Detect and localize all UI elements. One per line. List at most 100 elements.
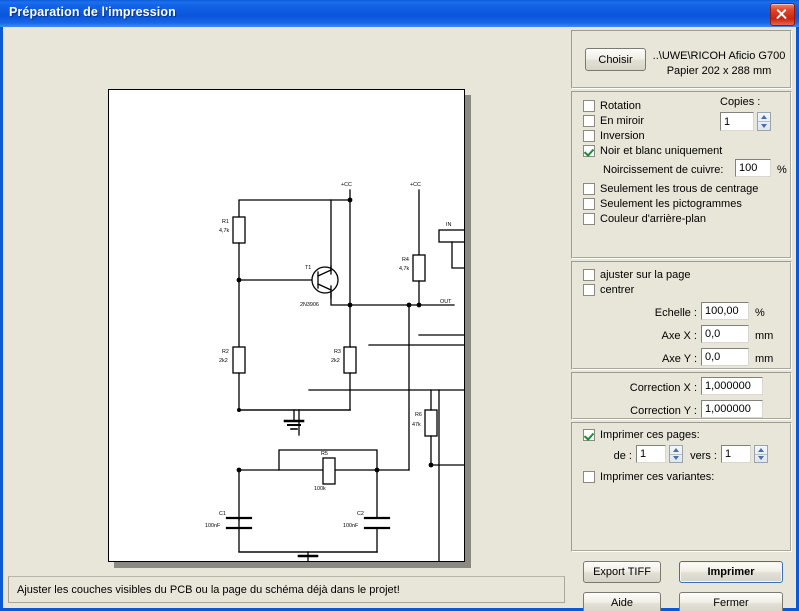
axe-x-input[interactable]: 0,0	[701, 325, 749, 343]
only-center-holes-checkbox-box[interactable]	[583, 183, 595, 195]
copper-blackening-input[interactable]: 100	[735, 159, 771, 177]
checkbox-center[interactable]: centrer	[583, 284, 634, 296]
print-button[interactable]: Imprimer	[679, 561, 783, 583]
page-to-spinner-up[interactable]	[755, 446, 767, 455]
center-checkbox-box[interactable]	[583, 284, 595, 296]
rotation-checkbox-box[interactable]	[583, 100, 595, 112]
checkbox-fit-page[interactable]: ajuster sur la page	[583, 269, 691, 281]
rotation-label: Rotation	[600, 100, 641, 112]
label-r6-value: 47k	[412, 422, 421, 428]
label-r1: R1	[222, 219, 229, 225]
page-from-input[interactable]: 1	[636, 445, 666, 463]
echelle-unit: %	[755, 307, 765, 319]
label-c2-value: 100nF	[343, 523, 359, 529]
correction-group: Correction X : 1,000000 Correction Y : 1…	[571, 372, 792, 420]
echelle-label: Echelle :	[654, 307, 697, 319]
close-button[interactable]: Fermer	[679, 592, 783, 611]
label-vcc2: +CC	[410, 182, 421, 188]
print-preview-pane[interactable]: +CC +CC R1 4,7k R2 2k2 R3 2k2 R4 4,7k R5…	[8, 30, 565, 573]
print-pages-label: Imprimer ces pages:	[600, 429, 700, 441]
page-to-input[interactable]: 1	[721, 445, 751, 463]
print-variants-label: Imprimer ces variantes:	[600, 471, 715, 483]
copies-input[interactable]: 1	[720, 112, 754, 131]
fit-page-checkbox-box[interactable]	[583, 269, 595, 281]
preview-page: +CC +CC R1 4,7k R2 2k2 R3 2k2 R4 4,7k R5…	[108, 89, 465, 562]
inversion-label: Inversion	[600, 130, 645, 142]
label-c1-value: 100nF	[205, 523, 221, 529]
label-r1-value: 4,7k	[219, 228, 229, 234]
checkbox-mirror[interactable]: En miroir	[583, 115, 644, 127]
status-text: Ajuster les couches visibles du PCB ou l…	[17, 583, 400, 596]
background-color-checkbox-box[interactable]	[583, 213, 595, 225]
scale-group: ajuster sur la page centrer Echelle : 10…	[571, 261, 792, 370]
copper-blackening-label: Noircissement de cuivre:	[603, 164, 724, 176]
page-to-label: vers :	[690, 450, 717, 462]
status-bar: Ajuster les couches visibles du PCB ou l…	[8, 576, 565, 603]
mirror-checkbox-box[interactable]	[583, 115, 595, 127]
client-area: +CC +CC R1 4,7k R2 2k2 R3 2k2 R4 4,7k R5…	[3, 27, 796, 611]
help-button[interactable]: Aide	[583, 592, 661, 611]
label-t1-type: 2N3906	[300, 302, 319, 308]
label-r3-value: 2k2	[331, 358, 340, 364]
label-r5-value: 100k	[314, 486, 326, 492]
title-bar: Préparation de l'impression	[0, 0, 799, 28]
bw-only-checkbox-box[interactable]	[583, 145, 595, 157]
print-variants-checkbox-box[interactable]	[583, 471, 595, 483]
label-r3: R3	[334, 349, 341, 355]
choose-printer-button[interactable]: Choisir	[585, 48, 646, 71]
label-r4-value: 4,7k	[399, 266, 409, 272]
correction-y-input[interactable]: 1,000000	[701, 400, 763, 418]
axe-y-label: Axe Y :	[661, 353, 697, 365]
axe-y-input[interactable]: 0,0	[701, 348, 749, 366]
checkbox-only-center-holes[interactable]: Seulement les trous de centrage	[583, 183, 758, 195]
label-t1: T1	[305, 265, 311, 271]
label-c2: C2	[357, 511, 364, 517]
copies-spinner-down[interactable]	[758, 122, 770, 130]
print-preparation-window: Préparation de l'impression +CC +CC R1 4…	[0, 0, 799, 611]
bw-only-label: Noir et blanc uniquement	[600, 145, 723, 157]
copies-spinner[interactable]	[757, 112, 771, 131]
checkbox-bw-only[interactable]: Noir et blanc uniquement	[583, 145, 722, 157]
print-options-group: Rotation En miroir Inversion Noir et bla…	[571, 91, 792, 259]
copies-label: Copies :	[720, 96, 761, 108]
checkbox-rotation[interactable]: Rotation	[583, 100, 641, 112]
printer-group: Choisir ..\UWE\RICOH Aficio G700 Papier …	[571, 30, 792, 89]
axe-x-unit: mm	[755, 330, 774, 342]
checkbox-print-pages[interactable]: Imprimer ces pages:	[583, 429, 700, 441]
printer-name: ..\UWE\RICOH Aficio G700	[652, 50, 786, 62]
page-to-spinner[interactable]	[754, 445, 768, 463]
only-center-holes-label: Seulement les trous de centrage	[600, 183, 759, 195]
label-r6: R6	[415, 412, 422, 418]
schematic-drawing: +CC +CC R1 4,7k R2 2k2 R3 2k2 R4 4,7k R5…	[205, 182, 464, 561]
page-to-spinner-down[interactable]	[755, 455, 767, 463]
label-r2: R2	[222, 349, 229, 355]
checkbox-background-color[interactable]: Couleur d'arrière-plan	[583, 213, 706, 225]
label-vcc1: +CC	[341, 182, 352, 188]
label-in: IN	[446, 222, 451, 228]
pages-group: Imprimer ces pages: de : 1 vers : 1 Impr…	[571, 422, 792, 552]
label-c1: C1	[219, 511, 226, 517]
label-out: OUT	[440, 299, 452, 305]
background-color-label: Couleur d'arrière-plan	[600, 213, 707, 225]
page-from-label: de :	[613, 450, 632, 462]
axe-x-label: Axe X :	[661, 330, 697, 342]
settings-column: Choisir ..\UWE\RICOH Aficio G700 Papier …	[571, 30, 792, 611]
correction-x-input[interactable]: 1,000000	[701, 377, 763, 395]
checkbox-only-pictograms[interactable]: Seulement les pictogrammes	[583, 198, 742, 210]
label-r4: R4	[402, 257, 409, 263]
printer-paper: Papier 202 x 288 mm	[666, 65, 772, 77]
checkbox-print-variants[interactable]: Imprimer ces variantes:	[583, 471, 714, 483]
only-pictograms-label: Seulement les pictogrammes	[600, 198, 742, 210]
print-pages-checkbox-box[interactable]	[583, 429, 595, 441]
checkbox-inversion[interactable]: Inversion	[583, 130, 645, 142]
export-tiff-button[interactable]: Export TIFF	[583, 561, 661, 583]
window-title: Préparation de l'impression	[9, 5, 176, 19]
inversion-checkbox-box[interactable]	[583, 130, 595, 142]
label-r2-value: 2k2	[219, 358, 228, 364]
axe-y-unit: mm	[755, 353, 774, 365]
only-pictograms-checkbox-box[interactable]	[583, 198, 595, 210]
echelle-input[interactable]: 100,00	[701, 302, 749, 320]
close-icon[interactable]	[770, 3, 795, 26]
copies-spinner-up[interactable]	[758, 113, 770, 122]
center-label: centrer	[600, 284, 635, 296]
